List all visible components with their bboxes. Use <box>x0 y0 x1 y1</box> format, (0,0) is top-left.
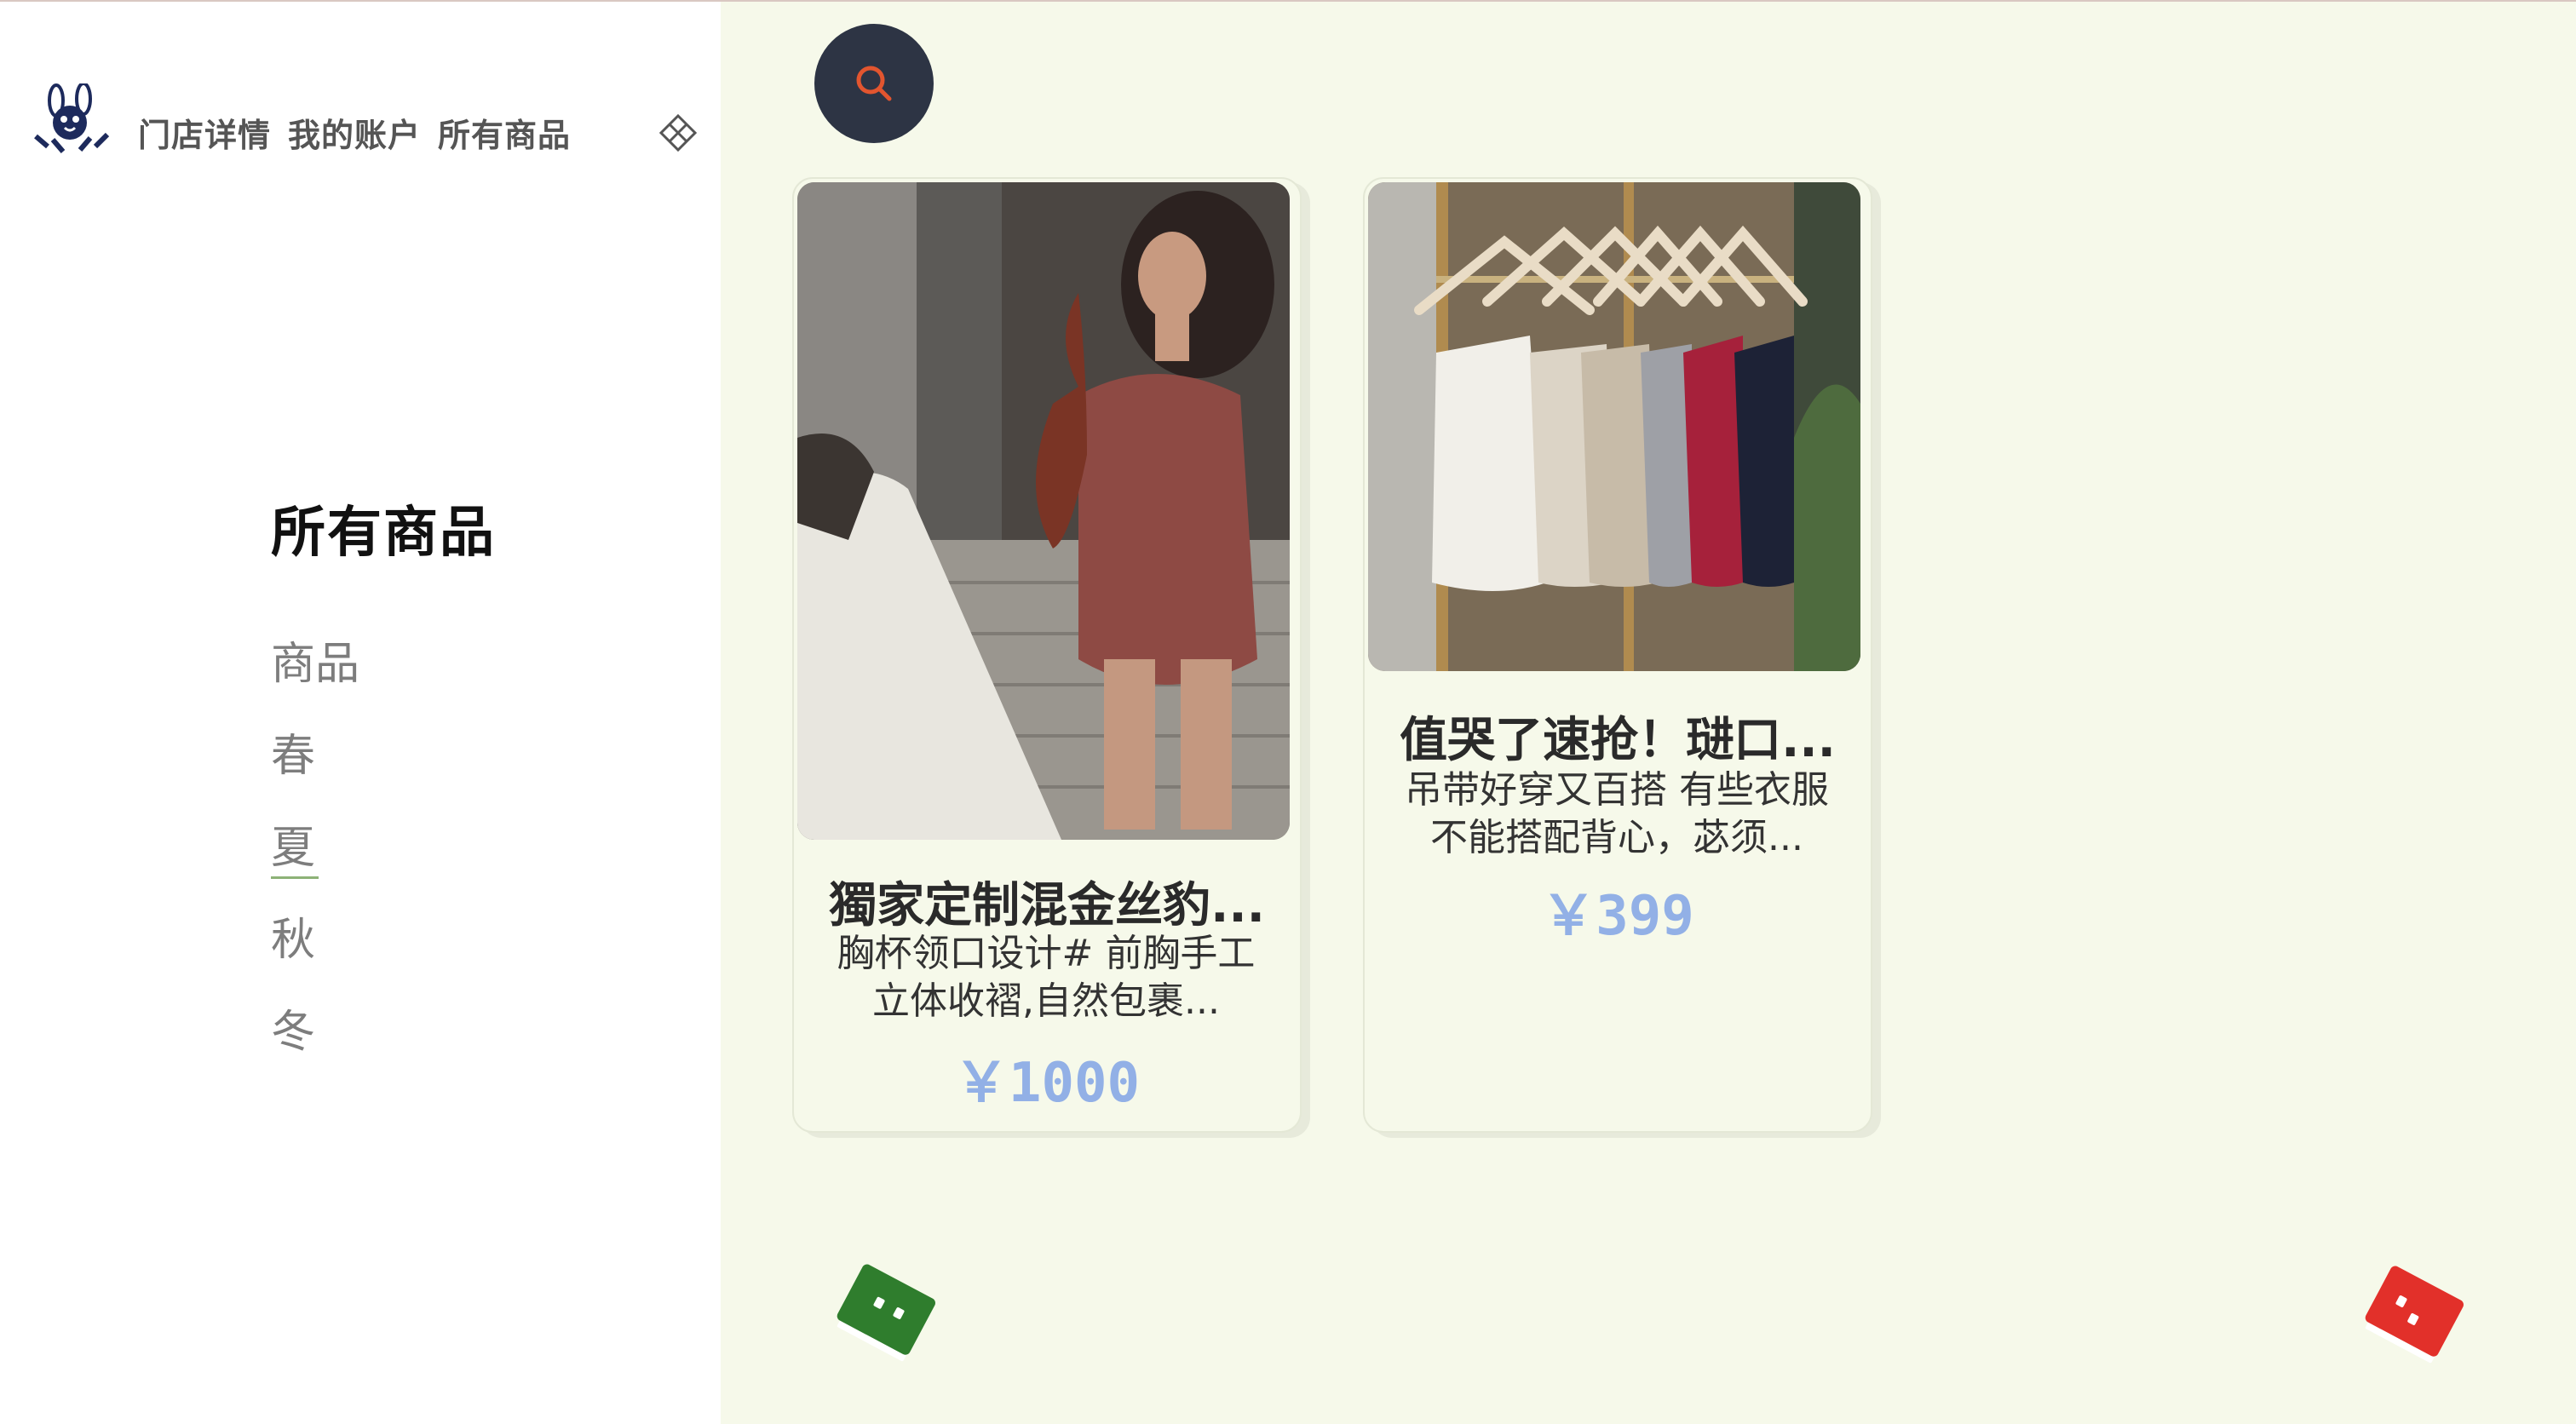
nav-my-account[interactable]: 我的账户 <box>288 109 421 156</box>
product-image[interactable] <box>797 182 1290 840</box>
product-name: 值哭了速抢！琎口... <box>1400 713 1836 768</box>
green-note-icon[interactable] <box>831 1262 938 1364</box>
nav-store-details[interactable]: 门店详情 <box>138 109 271 156</box>
category-title: 所有商品 <box>271 502 496 565</box>
category-item[interactable]: 商品 <box>271 618 359 710</box>
brand-logo[interactable] <box>31 82 112 155</box>
product-image[interactable] <box>1368 182 1860 671</box>
product-description: 吊带好穿又百搭 有些衣服不能搭配背心，苾须... <box>1405 768 1829 859</box>
note-body <box>2363 1264 2466 1358</box>
search-button[interactable] <box>814 24 934 143</box>
note-body <box>835 1262 938 1357</box>
search-icon <box>856 66 892 101</box>
product-price: ￥399 <box>1541 885 1694 948</box>
category-item[interactable]: 冬 <box>271 986 359 1078</box>
category-item[interactable]: 秋 <box>271 894 359 986</box>
product-name: 獨家定制混金丝豹... <box>829 878 1265 933</box>
product-card[interactable]: 值哭了速抢！琎口... 吊带好穿又百搭 有些衣服不能搭配背心，苾须... ￥39… <box>1363 177 1872 1133</box>
nav-toggle-icon[interactable] <box>658 112 699 153</box>
red-note-icon[interactable] <box>2360 1264 2466 1365</box>
product-card[interactable]: 獨家定制混金丝豹... 胸杯领口设计# 前胸手工立体收褶,自然包裹... ￥10… <box>792 177 1302 1133</box>
sidebar: 门店详情 我的账户 所有商品 所有商品 商品 春 夏 秋 冬 <box>0 2 721 1424</box>
nav-all-products[interactable]: 所有商品 <box>438 109 571 156</box>
top-nav: 门店详情 我的账户 所有商品 <box>138 109 571 156</box>
category-item[interactable]: 春 <box>271 710 359 802</box>
category-item-active[interactable]: 夏 <box>271 802 359 894</box>
product-price: ￥1000 <box>953 1052 1141 1115</box>
category-list: 商品 春 夏 秋 冬 <box>271 618 359 1078</box>
product-description: 胸杯领口设计# 前胸手工立体收褶,自然包裹... <box>837 932 1256 1023</box>
